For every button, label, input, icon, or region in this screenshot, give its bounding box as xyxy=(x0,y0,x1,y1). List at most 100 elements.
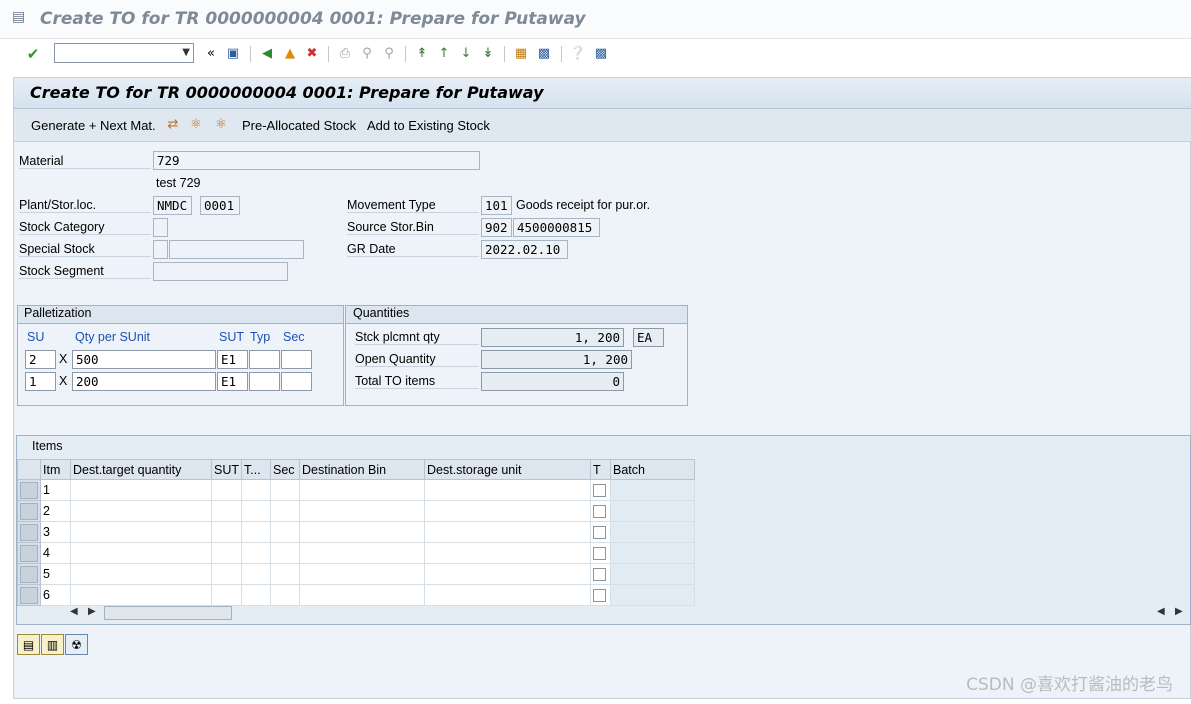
collapse-icon[interactable]: « xyxy=(202,45,220,63)
checkbox[interactable] xyxy=(593,484,606,498)
dest-storage-unit-cell[interactable] xyxy=(424,500,591,522)
dest-target-qty-cell[interactable] xyxy=(70,584,212,606)
save-icon[interactable]: ▣ xyxy=(224,45,242,63)
column-header[interactable]: Destination Bin xyxy=(299,459,425,480)
t-checkbox-cell[interactable] xyxy=(590,584,611,606)
checkbox[interactable] xyxy=(593,568,606,582)
row-selector[interactable] xyxy=(17,563,41,585)
dest-target-qty-cell[interactable] xyxy=(70,479,212,501)
dest-storage-unit-cell[interactable] xyxy=(424,542,591,564)
type-cell[interactable] xyxy=(241,542,271,564)
destination-bin-cell[interactable] xyxy=(299,500,425,522)
type-cell[interactable] xyxy=(241,521,271,543)
add-existing-stock-button[interactable]: Add to Existing Stock xyxy=(367,118,490,133)
destination-bin-cell[interactable] xyxy=(299,542,425,564)
exit-icon[interactable]: ▲ xyxy=(281,45,299,63)
scroll-thumb[interactable] xyxy=(104,606,232,620)
select-all-button[interactable]: ▤ xyxy=(17,634,40,655)
column-header[interactable]: Itm xyxy=(40,459,71,480)
menu-icon[interactable]: ▤ xyxy=(12,10,26,24)
column-header[interactable]: Sec xyxy=(270,459,300,480)
column-header[interactable]: T... xyxy=(241,459,271,480)
t-checkbox-cell[interactable] xyxy=(590,479,611,501)
column-header[interactable]: Batch xyxy=(610,459,695,480)
sec-cell[interactable] xyxy=(270,542,300,564)
back-icon[interactable]: ◀ xyxy=(258,45,276,63)
sut-cell[interactable] xyxy=(211,584,242,606)
print-icon[interactable]: ⎙ xyxy=(336,45,354,63)
last-page-icon[interactable]: ↡ xyxy=(479,45,497,63)
destination-bin-cell[interactable] xyxy=(299,479,425,501)
column-header[interactable]: Dest.target quantity xyxy=(70,459,212,480)
stock-icon[interactable]: ⚛ xyxy=(212,116,230,134)
sut-cell[interactable] xyxy=(211,521,242,543)
su-field[interactable]: 2 xyxy=(25,350,56,369)
row-selector[interactable] xyxy=(17,500,41,522)
checkbox[interactable] xyxy=(593,505,606,519)
row-selector[interactable] xyxy=(17,521,41,543)
checkbox[interactable] xyxy=(593,589,606,603)
column-header[interactable]: T xyxy=(590,459,611,480)
typ-field[interactable] xyxy=(249,372,280,391)
checkbox[interactable] xyxy=(593,526,606,540)
dest-target-qty-cell[interactable] xyxy=(70,542,212,564)
sut-cell[interactable] xyxy=(211,479,242,501)
deselect-all-button[interactable]: ▥ xyxy=(41,634,64,655)
sec-cell[interactable] xyxy=(270,584,300,606)
dest-target-qty-cell[interactable] xyxy=(70,521,212,543)
next-page-icon[interactable]: ↓ xyxy=(457,45,475,63)
type-cell[interactable] xyxy=(241,500,271,522)
scroll-left-icon[interactable]: ◀ xyxy=(1157,606,1165,617)
shortcut-icon[interactable]: ▩ xyxy=(535,45,553,63)
sec-field[interactable] xyxy=(281,350,312,369)
typ-field[interactable] xyxy=(249,350,280,369)
generate-next-button[interactable]: Generate + Next Mat. xyxy=(31,118,156,133)
row-selector[interactable] xyxy=(17,479,41,501)
destination-bin-cell[interactable] xyxy=(299,563,425,585)
destination-bin-cell[interactable] xyxy=(299,584,425,606)
sut-field[interactable]: E1 xyxy=(217,350,248,369)
type-cell[interactable] xyxy=(241,479,271,501)
column-header[interactable]: Dest.storage unit xyxy=(424,459,591,480)
first-page-icon[interactable]: ↟ xyxy=(413,45,431,63)
t-checkbox-cell[interactable] xyxy=(590,500,611,522)
dest-target-qty-cell[interactable] xyxy=(70,563,212,585)
su-field[interactable]: 1 xyxy=(25,372,56,391)
qty-per-sunit-field[interactable]: 500 xyxy=(72,350,216,369)
delete-button[interactable]: ☢ xyxy=(65,634,88,655)
sut-cell[interactable] xyxy=(211,500,242,522)
new-session-icon[interactable]: ▦ xyxy=(512,45,530,63)
sec-cell[interactable] xyxy=(270,500,300,522)
dest-storage-unit-cell[interactable] xyxy=(424,521,591,543)
cancel-icon[interactable]: ✖ xyxy=(303,45,321,63)
find-icon[interactable]: ⚲ xyxy=(358,45,376,63)
chevron-down-icon[interactable]: ▼ xyxy=(182,47,190,58)
destination-bin-cell[interactable] xyxy=(299,521,425,543)
scroll-right-icon[interactable]: ▶ xyxy=(1175,606,1183,617)
row-selector[interactable] xyxy=(17,584,41,606)
type-cell[interactable] xyxy=(241,584,271,606)
help-icon[interactable]: ❔ xyxy=(569,45,587,63)
sec-cell[interactable] xyxy=(270,563,300,585)
qty-per-sunit-field[interactable]: 200 xyxy=(72,372,216,391)
sut-cell[interactable] xyxy=(211,542,242,564)
type-cell[interactable] xyxy=(241,563,271,585)
scroll-left-icon[interactable]: ◀ xyxy=(70,606,78,617)
sut-field[interactable]: E1 xyxy=(217,372,248,391)
column-header[interactable]: SUT xyxy=(211,459,242,480)
command-field[interactable]: ▼ xyxy=(54,43,194,63)
sec-field[interactable] xyxy=(281,372,312,391)
scroll-right-icon[interactable]: ▶ xyxy=(88,606,96,617)
t-checkbox-cell[interactable] xyxy=(590,542,611,564)
dest-storage-unit-cell[interactable] xyxy=(424,563,591,585)
find-next-icon[interactable]: ⚲ xyxy=(380,45,398,63)
dest-storage-unit-cell[interactable] xyxy=(424,584,591,606)
pre-allocated-stock-button[interactable]: Pre-Allocated Stock xyxy=(242,118,356,133)
sec-cell[interactable] xyxy=(270,521,300,543)
dest-storage-unit-cell[interactable] xyxy=(424,479,591,501)
select-all-header[interactable] xyxy=(17,459,41,480)
sec-cell[interactable] xyxy=(270,479,300,501)
sut-cell[interactable] xyxy=(211,563,242,585)
layout-menu-icon[interactable]: ▩ xyxy=(592,45,610,63)
dest-target-qty-cell[interactable] xyxy=(70,500,212,522)
